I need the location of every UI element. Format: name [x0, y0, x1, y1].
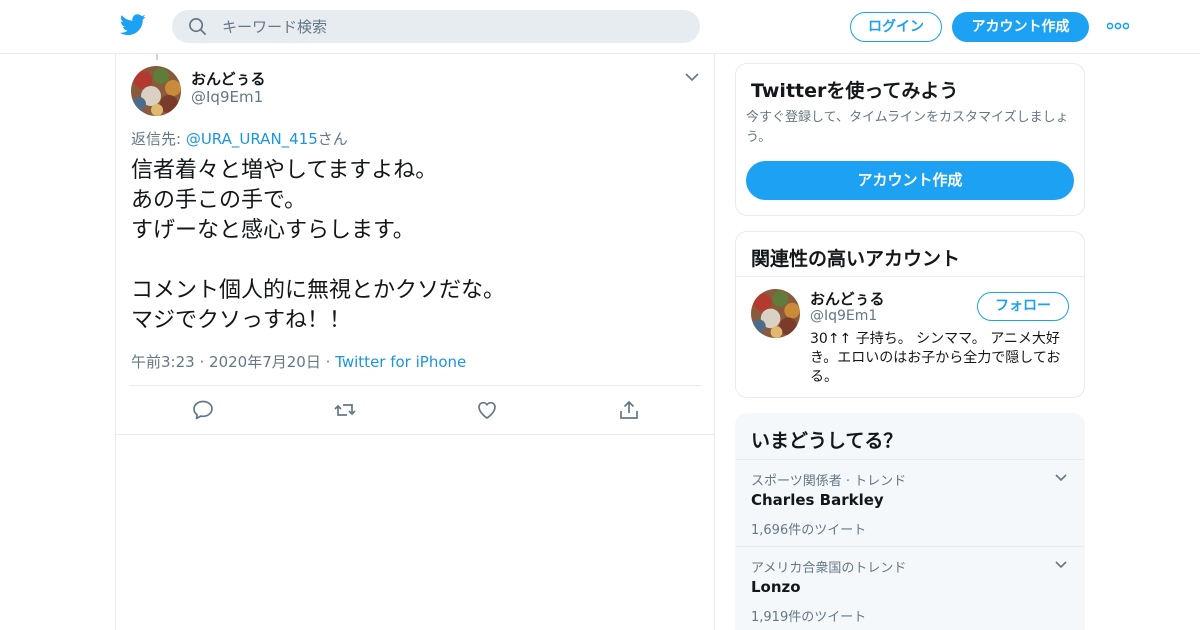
chevron-down-icon[interactable] — [1054, 559, 1068, 571]
avatar[interactable] — [751, 289, 800, 338]
avatar[interactable] — [131, 66, 181, 116]
tweet-author-handle[interactable]: @Iq9Em1 — [191, 88, 263, 106]
divider — [736, 276, 1084, 277]
trend-name: Charles Barkley — [751, 491, 884, 509]
reply-mention-link[interactable]: @URA_URAN_415 — [186, 130, 318, 148]
trend-context: アメリカ合衆国のトレンド — [751, 561, 907, 576]
share-icon[interactable] — [617, 398, 641, 422]
follow-button[interactable]: フォロー — [977, 292, 1069, 321]
avatar-image — [131, 66, 181, 116]
twitter-bird-icon[interactable] — [120, 14, 146, 36]
tweet-date[interactable]: 2020年7月20日 — [209, 353, 321, 371]
trend-context: スポーツ関係者 · トレンド — [751, 474, 907, 489]
reply-to-line: 返信先: @URA_URAN_415さん — [131, 128, 348, 149]
divider — [116, 434, 714, 435]
trends-card: いまどうしてる？ スポーツ関係者 · トレンド Charles Barkley … — [735, 413, 1085, 630]
signup-button[interactable]: アカウント作成 — [952, 12, 1089, 42]
chevron-down-icon[interactable] — [1054, 472, 1068, 484]
reply-to-suffix: さん — [317, 130, 348, 148]
search-input[interactable] — [222, 10, 682, 43]
tweet-source-link[interactable]: Twitter for iPhone — [335, 353, 466, 371]
trend-tweet-count: 1,919件のツイート — [751, 610, 867, 625]
signup-card-description: 今すぐ登録して、タイムラインをカスタマイズしましょう。 — [746, 110, 1069, 145]
reply-to-prefix: 返信先: — [131, 130, 186, 148]
tweet-column: おんどぅる @Iq9Em1 返信先: @URA_URAN_415さん 信者着々と… — [115, 54, 715, 630]
related-account-name[interactable]: おんどぅる — [810, 288, 885, 309]
tweet-time[interactable]: 午前3:23 — [131, 353, 195, 371]
divider — [129, 385, 701, 386]
tweet-metadata: 午前3:23 · 2020年7月20日 · Twitter for iPhone — [131, 351, 466, 372]
search-box[interactable] — [172, 10, 700, 43]
trend-name: Lonzo — [751, 578, 801, 596]
signup-card-title: Twitterを使ってみよう — [751, 80, 959, 102]
related-account-handle[interactable]: @Iq9Em1 — [810, 308, 877, 324]
avatar-image — [751, 289, 800, 338]
related-accounts-title: 関連性の高いアカウント — [751, 248, 961, 270]
login-button[interactable]: ログイン — [850, 12, 942, 42]
tweet-author-name[interactable]: おんどぅる — [191, 68, 266, 89]
trend-item[interactable]: スポーツ関係者 · トレンド Charles Barkley 1,696件のツイ… — [736, 459, 1084, 546]
top-navigation-bar: ログイン アカウント作成 — [0, 0, 1200, 54]
trend-item[interactable]: アメリカ合衆国のトレンド Lonzo 1,919件のツイート — [736, 546, 1084, 630]
related-accounts-card: 関連性の高いアカウント おんどぅる @Iq9Em1 フォロー 30↑↑ 子持ち。… — [735, 231, 1085, 398]
reply-icon[interactable] — [191, 398, 215, 422]
search-icon — [189, 18, 206, 35]
like-icon[interactable] — [475, 398, 499, 422]
separator-dot: · — [199, 353, 205, 371]
signup-card: Twitterを使ってみよう 今すぐ登録して、タイムラインをカスタマイズしましょ… — [735, 63, 1085, 216]
related-account-bio: 30↑↑ 子持ち。 シンママ。 アニメ大好き。エロいのはお子から全力で隠しておる… — [810, 331, 1061, 385]
trend-tweet-count: 1,696件のツイート — [751, 523, 867, 538]
thread-connector-line — [156, 54, 158, 60]
separator-dot: · — [325, 353, 331, 371]
tweet-actions — [116, 398, 714, 424]
signup-card-button[interactable]: アカウント作成 — [746, 161, 1074, 200]
trends-title: いまどうしてる？ — [751, 430, 903, 452]
chevron-down-icon[interactable] — [684, 70, 700, 84]
retweet-icon[interactable] — [333, 398, 357, 422]
tweet-text: 信者着々と増やしてますよね。 あの手この手で。 すげーなと感心すらします。 コメ… — [131, 158, 506, 333]
more-dots-icon[interactable] — [1107, 20, 1129, 32]
